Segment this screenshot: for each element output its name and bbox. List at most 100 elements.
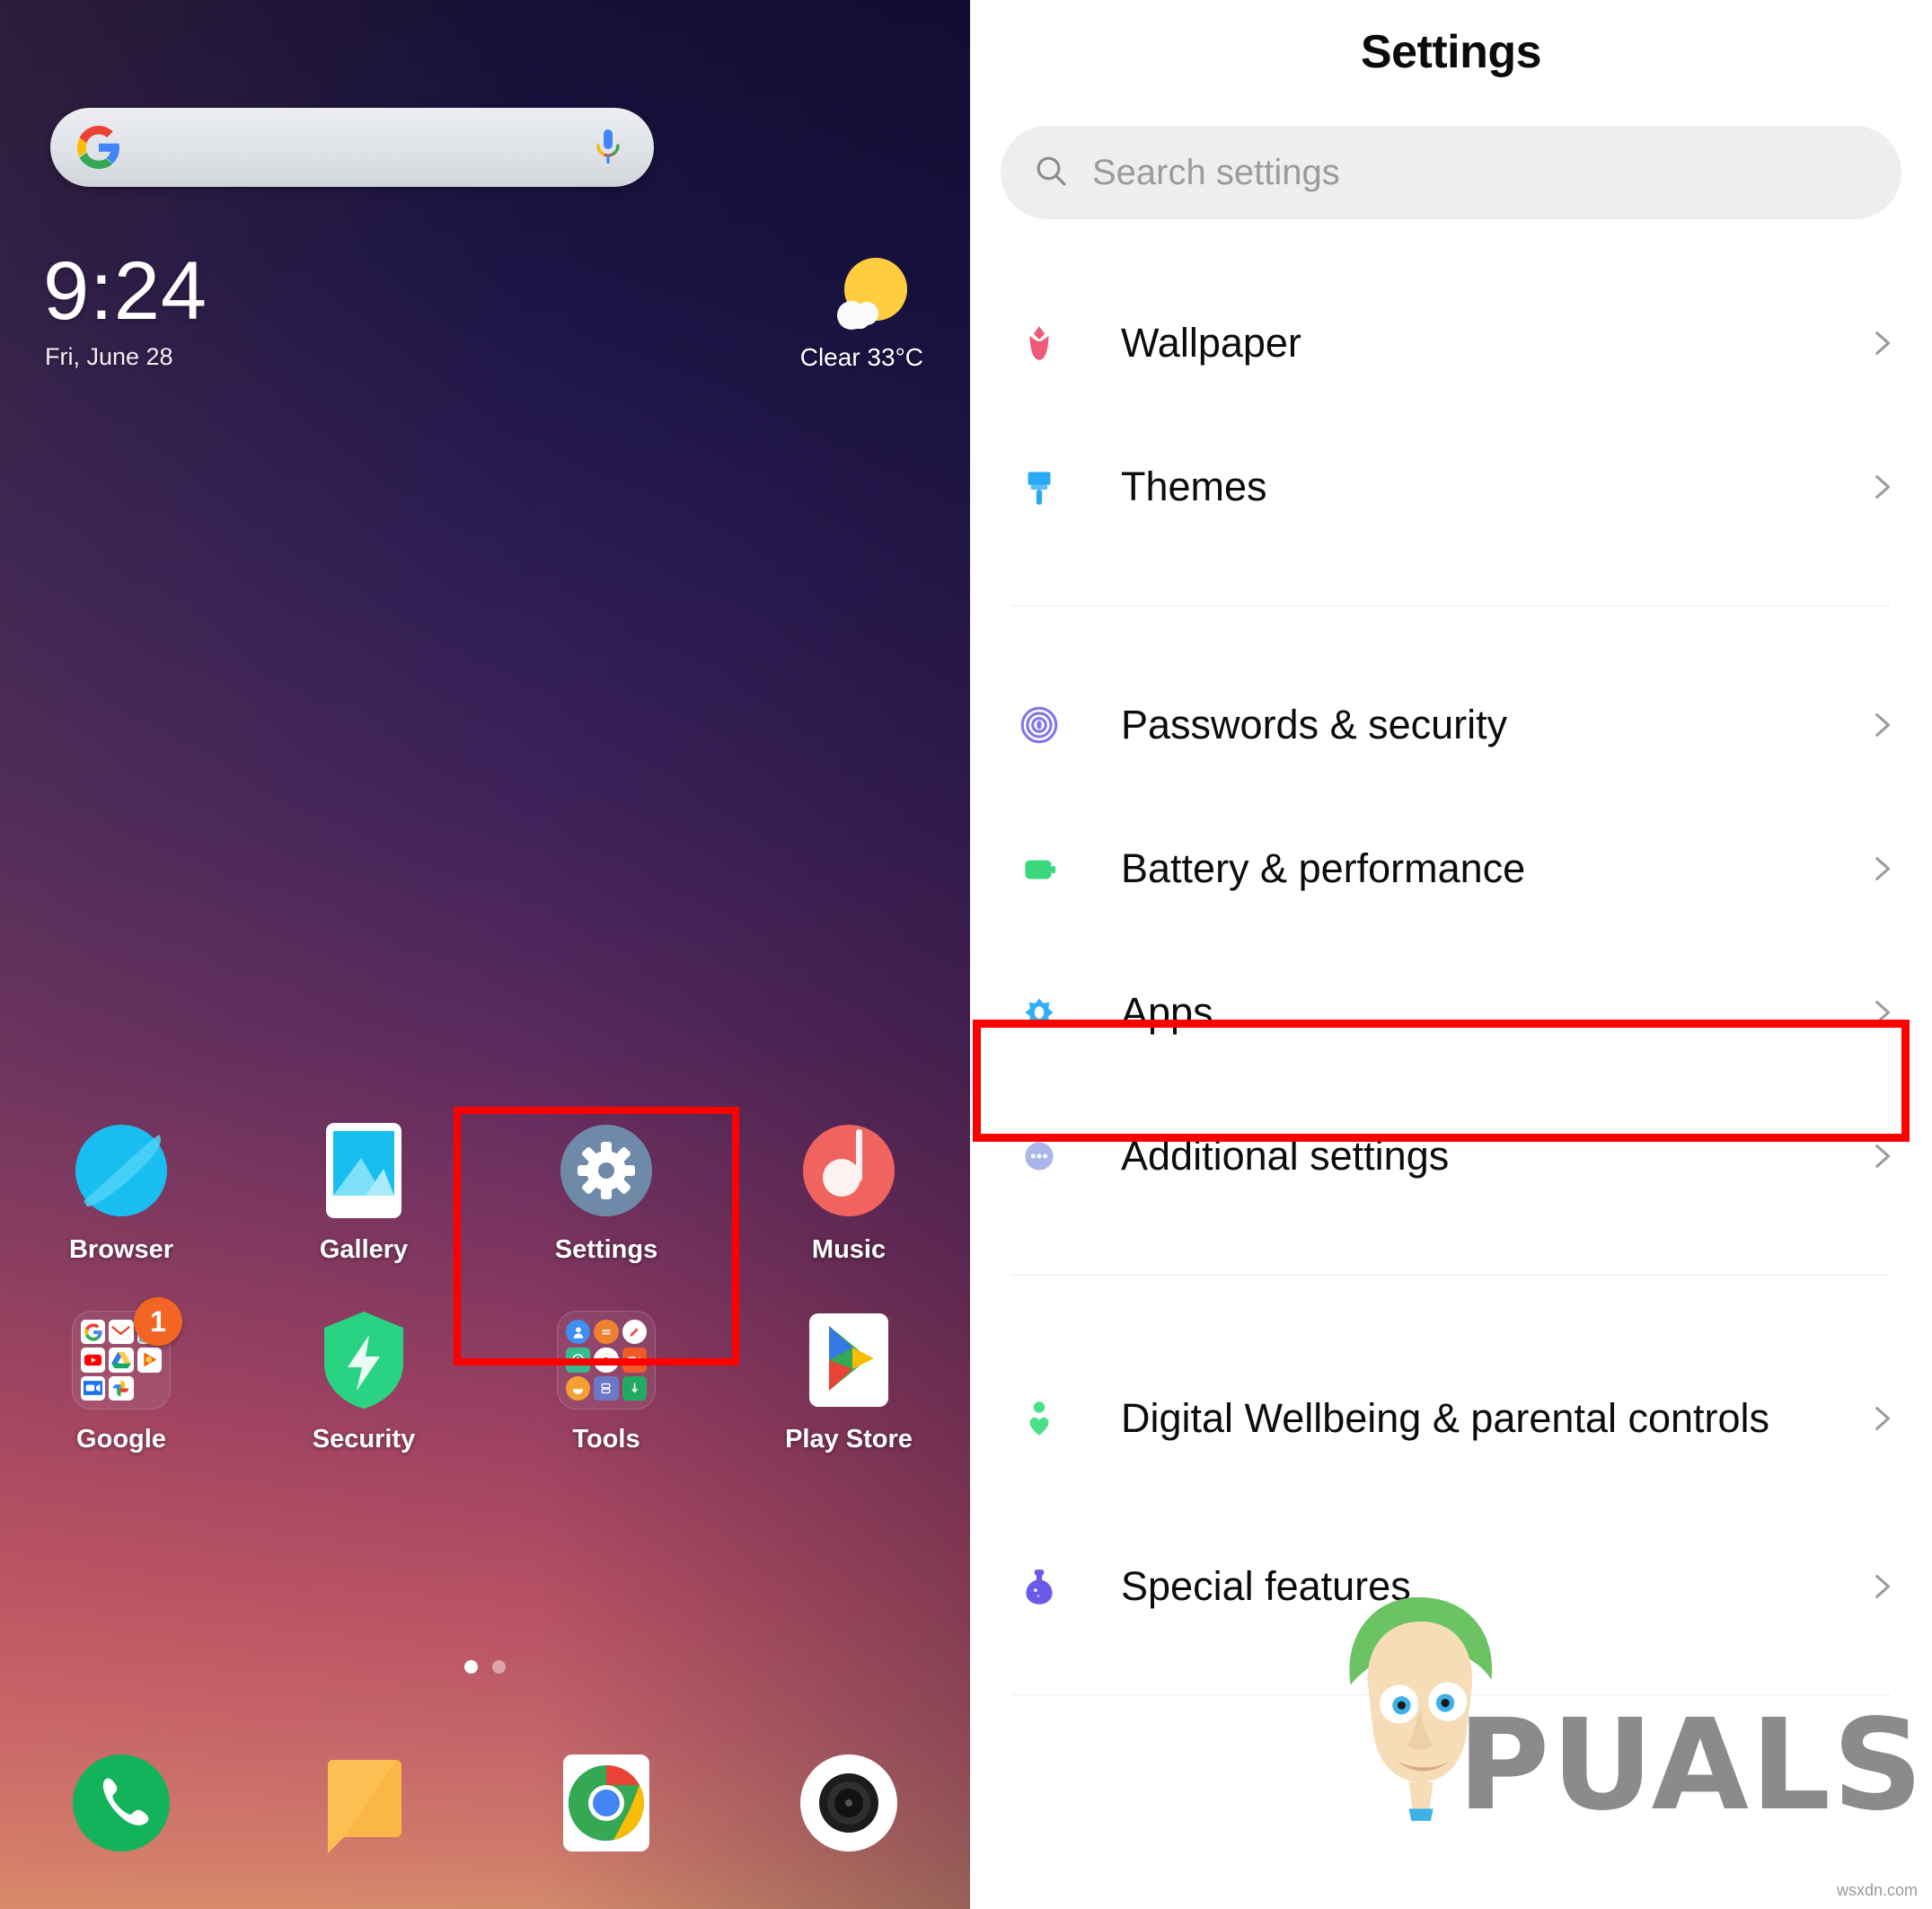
app-label: Google	[76, 1425, 166, 1454]
chevron-right-icon	[1860, 997, 1896, 1028]
sun-behind-cloud-icon	[826, 253, 913, 340]
app-label: Browser	[68, 1235, 174, 1264]
divider	[1011, 605, 1891, 606]
settings-row-label: Apps	[1121, 988, 1213, 1035]
mini-icon-gmail	[109, 1320, 134, 1345]
chevron-right-icon	[1860, 472, 1896, 502]
screenshot-root: 9:24 Fri, June 28 Clear 33°C Browser Gal…	[0, 0, 1932, 1909]
mini-icon-weather	[566, 1375, 591, 1401]
notification-badge: 1	[134, 1297, 182, 1346]
mini-icon-cleaner	[594, 1375, 619, 1401]
mini-icon-calculator	[594, 1320, 619, 1345]
settings-row-apps[interactable]: Apps	[970, 941, 1932, 1084]
mini-icon-downloads	[622, 1375, 647, 1401]
potion-flask-icon	[1011, 1564, 1067, 1609]
search-placeholder: Search settings	[1092, 152, 1340, 192]
security-shield-icon	[312, 1308, 416, 1412]
chevron-right-icon	[1860, 710, 1896, 740]
paint-brush-icon	[1011, 464, 1067, 509]
app-icon-google-folder[interactable]: 1 Google	[0, 1297, 243, 1454]
app-icon-gallery[interactable]: Gallery	[243, 1118, 485, 1265]
wellbeing-person-heart-icon	[1011, 1396, 1067, 1441]
google-search-widget[interactable]	[50, 108, 654, 187]
settings-row-wallpaper[interactable]: Wallpaper	[970, 271, 1932, 415]
play-store-icon	[797, 1308, 901, 1412]
mini-icon-google	[81, 1320, 106, 1345]
dock-item-camera[interactable]	[728, 1747, 970, 1859]
folder-grid	[557, 1311, 656, 1410]
app-icon-music[interactable]: Music	[728, 1118, 970, 1265]
watermark-brand-text: PUALS	[1457, 1692, 1925, 1839]
app-icon-browser[interactable]: Browser	[0, 1118, 243, 1265]
page-title: Settings	[1360, 26, 1542, 78]
app-label: Play Store	[785, 1425, 913, 1454]
gallery-photo-icon	[312, 1118, 416, 1223]
clock-time: 9:24	[43, 245, 208, 337]
mini-icon-notes	[622, 1320, 647, 1345]
app-icon-security[interactable]: Security	[243, 1308, 485, 1454]
appuals-watermark: PUALS	[1251, 1562, 1925, 1839]
settings-row-battery-performance[interactable]: Battery & performance	[970, 797, 1932, 941]
settings-row-label: Themes	[1121, 463, 1267, 509]
mini-icon-drive	[109, 1348, 134, 1373]
settings-row-digital-wellbeing[interactable]: Digital Wellbeing & parental controls	[970, 1322, 1932, 1515]
android-home-screen: 9:24 Fri, June 28 Clear 33°C Browser Gal…	[0, 0, 970, 1909]
app-label: Tools	[572, 1425, 640, 1454]
app-label: Music	[811, 1235, 887, 1264]
dock-item-chrome[interactable]	[485, 1747, 728, 1859]
app-icon-play-store[interactable]: Play Store	[728, 1308, 970, 1454]
dock-item-phone[interactable]	[0, 1747, 243, 1859]
app-label: Security	[312, 1425, 416, 1454]
mini-icon-duo	[81, 1375, 106, 1401]
google-folder-icon: 1	[69, 1297, 182, 1412]
app-icon-tools-folder[interactable]: Tools	[485, 1308, 728, 1454]
battery-icon	[1011, 846, 1067, 891]
mini-icon-empty	[137, 1376, 162, 1401]
chevron-right-icon	[1860, 1141, 1896, 1171]
settings-row-themes[interactable]: Themes	[970, 415, 1932, 559]
appuals-mascot-icon	[1314, 1568, 1521, 1828]
chevron-right-icon	[1860, 328, 1896, 358]
watermark-url: wsxdn.com	[1836, 1881, 1918, 1899]
settings-row-additional-settings[interactable]: Additional settings	[970, 1084, 1932, 1228]
music-note-icon	[797, 1118, 901, 1223]
browser-planet-icon	[69, 1118, 173, 1223]
chevron-right-icon	[1860, 1403, 1896, 1434]
app-label: Settings	[554, 1235, 658, 1264]
page-indicator	[0, 1660, 970, 1674]
mini-icon-contacts	[566, 1320, 591, 1345]
dock	[0, 1747, 970, 1859]
message-bubble-icon	[308, 1747, 419, 1859]
ellipsis-circle-icon	[1011, 1134, 1067, 1179]
mini-icon-play-music	[137, 1348, 162, 1373]
dock-item-messages[interactable]	[243, 1747, 485, 1859]
settings-row-label: Wallpaper	[1121, 319, 1301, 366]
settings-row-label: Battery & performance	[1121, 844, 1526, 891]
tulip-flower-icon	[1011, 321, 1067, 366]
phone-handset-icon	[66, 1747, 177, 1859]
apps-gear-flower-icon	[1011, 990, 1067, 1035]
page-dot-active[interactable]	[464, 1660, 478, 1674]
mini-icon-screen-recorder	[622, 1348, 647, 1373]
google-g-logo-icon	[77, 126, 120, 169]
page-dot[interactable]	[492, 1660, 506, 1674]
clock-date: Fri, June 28	[45, 343, 173, 370]
tools-folder-icon	[554, 1308, 658, 1412]
divider	[1011, 1275, 1891, 1276]
settings-row-label: Passwords & security	[1121, 701, 1508, 747]
mini-icon-photos	[109, 1375, 134, 1401]
microphone-icon[interactable]	[593, 127, 623, 168]
app-label: Gallery	[319, 1235, 409, 1264]
settings-gear-icon	[554, 1118, 658, 1223]
app-icon-settings[interactable]: Settings	[485, 1118, 728, 1265]
settings-row-label: Digital Wellbeing & parental controls	[1121, 1394, 1770, 1441]
settings-row-label: Additional settings	[1121, 1132, 1450, 1179]
fingerprint-icon	[1011, 703, 1067, 747]
app-grid: Browser Gallery Settings Music 1 Google …	[0, 1118, 970, 1454]
chrome-icon	[551, 1747, 662, 1859]
settings-row-passwords-security[interactable]: Passwords & security	[970, 653, 1932, 797]
weather-summary: Clear 33°C	[799, 343, 923, 371]
search-settings-field[interactable]: Search settings	[1001, 126, 1901, 219]
mini-icon-compass	[566, 1348, 591, 1373]
search-icon	[1033, 153, 1069, 193]
